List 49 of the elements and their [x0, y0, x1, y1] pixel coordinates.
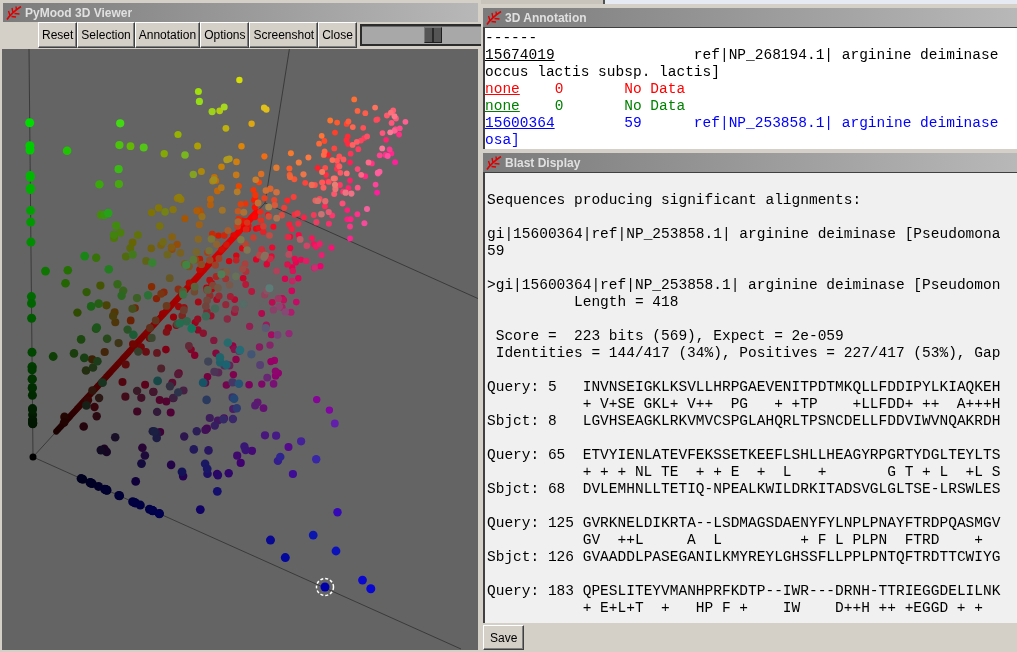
slider-thumb[interactable] [424, 27, 443, 43]
slider-track[interactable] [359, 24, 481, 46]
match-line: + E+L+T + HP F + IW D++H ++ +EGGD + + [582, 600, 983, 616]
toolbar-button[interactable]: Selection [77, 22, 135, 48]
toolbar-button[interactable]: Options [200, 22, 250, 48]
match-line: + + + NL TE + + E + L + G T + L +L S [582, 464, 1001, 480]
subject-line: Sbjct: 126 GVAADDLPASEGANILKMYREYLGHSSFLLPPLPNTQFTRDTTCWIYG [487, 549, 1001, 565]
window-title: PyMood 3D Viewer [25, 5, 133, 20]
feather-icon [486, 10, 502, 25]
hit-score: 59 [487, 243, 505, 259]
score-text: 0 [554, 98, 564, 114]
toolbar-button[interactable]: Close [318, 22, 357, 48]
feather-icon [486, 155, 502, 170]
query-line: Query: 183 QPESLITEYVMANHPRFKDTP--IWR---DRNH-TTRIEGGDELILNK [487, 583, 1001, 599]
score-text: 0 [554, 81, 564, 97]
identities-line: Identities = 144/417 (34%), Positives = 227/417 (53%), Gap [495, 345, 1001, 361]
description-text: occus lactis subsp. lactis] [485, 64, 720, 80]
description-text: ref|NP_268194.1| arginine deiminase [693, 47, 999, 63]
query-line: Query: 125 GVRKNELDIKRTA--LSDMAGSDAENYFYLNPLPNAYFTRDPQASMGV [487, 515, 1001, 531]
gene-id-link[interactable]: 15674019 [485, 47, 555, 63]
feather-icon [6, 5, 22, 20]
gene-id-link[interactable]: 15600364 [485, 115, 555, 131]
toolbar-button[interactable]: Reset [38, 22, 78, 48]
subject-line: Sbjct: 68 DVLEMHNLLTETIQ-NPEALKWILDRKITADSVGLGLTSE-LRSWLES [487, 481, 1001, 497]
definition-line: >gi|15600364|ref|NP_253858.1| arginine deiminase [Pseudomon [487, 277, 1001, 293]
description-text: No Data [624, 81, 686, 97]
query-line: Query: 65 ETVYIENLATEVFEKSSETKEEFLSHLLHEAGYRPGRTYDGLTEYLTS [487, 447, 1001, 463]
score-text: 59 [624, 115, 642, 131]
query-line: Query: 5 INVNSEIGKLKSVLLHRPGAEVENITPDTMKQLLFDDIPYLKIAQKEH [487, 379, 1001, 395]
gene-id-link[interactable]: none [485, 81, 520, 97]
separator-text: ------ [485, 30, 538, 46]
toolbar-button[interactable]: Screenshot [249, 22, 319, 48]
description-text: ref|NP_253858.1| arginine deiminase [693, 115, 999, 131]
gene-id-link[interactable]: none [485, 98, 520, 114]
save-button[interactable]: Save [483, 625, 525, 650]
subject-line: Sbjct: 8 LGVHSEAGKLRKVMVCSPGLAHQRLTPSNCDELLFDDVIWVNQAKRDH [487, 413, 1001, 429]
description-text: No Data [624, 98, 686, 114]
toolbar-button[interactable]: Annotation [134, 22, 201, 48]
results-heading: Sequences producing significant alignments: [487, 192, 862, 208]
window-title: 3D Annotation [505, 10, 587, 25]
length-text: Length = 418 [574, 294, 679, 310]
match-line: + V+SE GKL+ V++ PG + +TP +LLFDD+ ++ A+++H [582, 396, 1001, 412]
window-title: Blast Display [505, 155, 581, 170]
origin-point [29, 453, 37, 461]
match-line: GV ++L A L + F L PLPN FTRD + [582, 532, 983, 548]
hit-description: gi|15600364|ref|NP_253858.1| arginine deiminase [Pseudomona [487, 226, 1001, 242]
score-line: Score = 223 bits (569), Expect = 2e-059 [495, 328, 844, 344]
description-text: osa] [485, 132, 520, 148]
selection-marker-icon[interactable] [315, 577, 335, 597]
